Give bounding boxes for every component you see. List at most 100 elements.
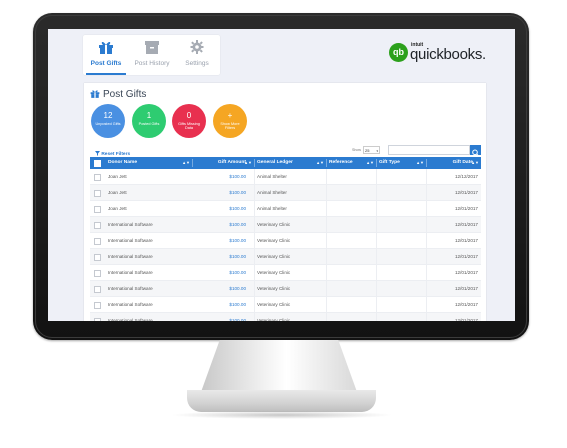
- gift-amount-link[interactable]: $100.00: [192, 233, 246, 248]
- show-label: Show: [352, 148, 361, 152]
- donor-name-cell: International Software: [108, 238, 153, 243]
- general-ledger-cell: Veterinary Clinic: [257, 302, 291, 307]
- row-checkbox[interactable]: [94, 190, 101, 197]
- table-row[interactable]: Joan Jett $100.00 Animal Shelter 12/12/2017: [90, 169, 481, 185]
- gift-amount-link[interactable]: $100.00: [192, 281, 246, 296]
- general-ledger-cell: Veterinary Clinic: [257, 270, 291, 275]
- tab-post-history[interactable]: Post History: [129, 35, 175, 75]
- row-checkbox[interactable]: [94, 238, 101, 245]
- sort-icon: ▲▼: [416, 160, 424, 165]
- column-divider: [376, 313, 377, 321]
- column-general-ledger[interactable]: General Ledger ▲▼: [254, 157, 326, 169]
- table-row[interactable]: International Software $100.00 Veterinary …: [90, 233, 481, 249]
- show-more-filters-button[interactable]: + Show More Filters: [213, 104, 247, 138]
- column-divider: [254, 313, 255, 321]
- table-row[interactable]: Joan Jett $100.00 Animal Shelter 12/01/2017: [90, 185, 481, 201]
- posted-gifts-badge[interactable]: 1 Posted Gifts: [132, 104, 166, 138]
- page-size-select[interactable]: 25 ▾: [363, 146, 380, 154]
- column-divider: [376, 185, 377, 200]
- unposted-gifts-badge[interactable]: 12 Unposted Gifts: [91, 104, 125, 138]
- column-gift-date[interactable]: Gift Date ▲▼: [426, 157, 481, 169]
- row-checkbox[interactable]: [94, 206, 101, 213]
- quickbooks-logo: qb intuit quickbooks.: [389, 42, 495, 65]
- column-divider: [376, 281, 377, 296]
- column-divider: [326, 217, 327, 232]
- gift-date-cell: 12/01/2017: [455, 254, 478, 259]
- quickbooks-wordmark: quickbooks.: [410, 46, 486, 63]
- gift-amount-link[interactable]: $100.00: [192, 265, 246, 280]
- sort-icon: ▲▼: [182, 160, 190, 165]
- gift-amount-link[interactable]: $100.00: [192, 217, 246, 232]
- gift-amount-link[interactable]: $100.00: [192, 313, 246, 321]
- row-checkbox[interactable]: [94, 318, 101, 321]
- table-row[interactable]: International Software $100.00 Veterinary …: [90, 217, 481, 233]
- tab-label: Post History: [134, 60, 170, 67]
- top-nav: Post Gifts Post History Settings qb intu…: [48, 29, 515, 81]
- gift-amount-link[interactable]: $100.00: [192, 249, 246, 264]
- row-checkbox[interactable]: [94, 222, 101, 229]
- post-gifts-panel: Post Gifts 12 Unposted Gifts 1 Posted Gi…: [84, 83, 486, 321]
- table-row[interactable]: International Software $100.00 Veterinary …: [90, 297, 481, 313]
- column-gift-type[interactable]: Gift Type ▲▼: [376, 157, 426, 169]
- gift-date-cell: 12/01/2017: [455, 206, 478, 211]
- column-gift-amount[interactable]: Gift Amount ▲▼: [192, 157, 254, 169]
- row-checkbox[interactable]: [94, 286, 101, 293]
- column-divider: [326, 233, 327, 248]
- gift-icon: [99, 41, 113, 54]
- gift-amount-link[interactable]: $100.00: [192, 297, 246, 312]
- column-divider: [254, 217, 255, 232]
- tab-settings[interactable]: Settings: [174, 35, 220, 75]
- column-divider: [326, 249, 327, 264]
- row-checkbox[interactable]: [94, 254, 101, 261]
- monitor-neck: [201, 340, 357, 392]
- general-ledger-cell: Veterinary Clinic: [257, 318, 291, 321]
- gift-amount-link[interactable]: $100.00: [192, 169, 246, 184]
- archive-box-icon: [145, 41, 159, 54]
- nav-tabs: Post Gifts Post History Settings: [83, 35, 220, 75]
- gift-amount-link[interactable]: $100.00: [192, 201, 246, 216]
- tab-label: Post Gifts: [90, 60, 122, 67]
- row-checkbox[interactable]: [94, 302, 101, 309]
- column-divider: [376, 249, 377, 264]
- row-checkbox[interactable]: [94, 270, 101, 277]
- column-divider: [376, 217, 377, 232]
- monitor-shadow: [170, 411, 394, 419]
- missing-data-badge[interactable]: 0 Gifts Missing Data: [172, 104, 206, 138]
- table-row[interactable]: International Software $100.00 Veterinary …: [90, 249, 481, 265]
- row-checkbox[interactable]: [94, 174, 101, 181]
- general-ledger-cell: Animal Shelter: [257, 190, 287, 195]
- gift-amount-link[interactable]: $100.00: [192, 185, 246, 200]
- tab-post-gifts[interactable]: Post Gifts: [83, 35, 129, 75]
- page-title: Post Gifts: [90, 89, 146, 100]
- general-ledger-cell: Veterinary Clinic: [257, 222, 291, 227]
- column-divider: [254, 185, 255, 200]
- search-input[interactable]: [388, 145, 470, 155]
- plus-icon: +: [227, 111, 233, 120]
- table-row[interactable]: International Software $100.00 Veterinary …: [90, 265, 481, 281]
- table-row[interactable]: International Software $100.00 Veterinary …: [90, 281, 481, 297]
- search-button[interactable]: [470, 145, 481, 157]
- donor-name-cell: Joan Jett: [108, 190, 127, 195]
- gift-date-cell: 12/01/2017: [455, 238, 478, 243]
- donor-name-cell: International Software: [108, 222, 153, 227]
- gear-icon: [190, 40, 204, 54]
- table-row[interactable]: Joan Jett $100.00 Animal Shelter 12/01/2017: [90, 201, 481, 217]
- column-donor-name[interactable]: Donor Name ▲▼: [104, 157, 192, 169]
- page-title-text: Post Gifts: [103, 89, 147, 100]
- badge-value: 0: [186, 111, 192, 120]
- app-screen: Post Gifts Post History Settings qb intu…: [48, 29, 515, 321]
- qb-badge: qb: [389, 43, 408, 62]
- badge-caption: Unposted Gifts: [95, 122, 121, 126]
- column-reference[interactable]: Reference ▲▼: [326, 157, 376, 169]
- badge-caption: Show More Filters: [220, 122, 240, 131]
- donor-name-cell: International Software: [108, 254, 153, 259]
- select-all-checkbox[interactable]: [94, 160, 101, 167]
- donor-name-cell: Joan Jett: [108, 206, 127, 211]
- column-divider: [254, 201, 255, 216]
- general-ledger-cell: Animal Shelter: [257, 206, 287, 211]
- donor-name-cell: International Software: [108, 286, 153, 291]
- column-label: Donor Name: [108, 160, 138, 165]
- table-row[interactable]: International Software $100.00 Veterinary …: [90, 313, 481, 321]
- column-label: General Ledger: [257, 160, 293, 165]
- column-divider: [326, 201, 327, 216]
